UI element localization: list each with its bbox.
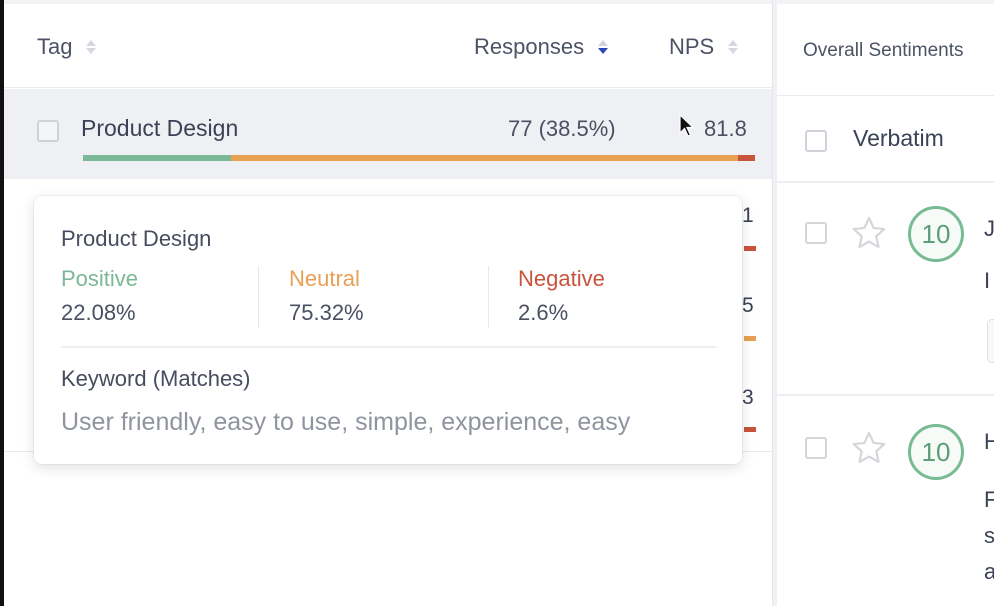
tag-responses: 77 (38.5%) [508, 116, 616, 141]
column-label-nps: NPS [669, 34, 715, 59]
verbatim-header-row: Verbatim [777, 97, 994, 183]
verbatim-label: Verbatim [853, 125, 944, 151]
negative-label: Negative [518, 266, 605, 291]
verbatim-text-peek: a [984, 559, 994, 584]
positive-value: 22.08% [61, 300, 136, 325]
column-header-nps[interactable]: NPS [669, 34, 739, 60]
verbatim-panel: Overall Sentiments Verbatim 10 J I 10 H … [777, 4, 994, 606]
verbatim-title-peek: J [984, 216, 994, 241]
positive-label: Positive [61, 266, 139, 291]
verbatim-text-peek: I [984, 268, 991, 293]
sort-icon[interactable] [86, 40, 97, 54]
divider [61, 346, 716, 348]
tag-name[interactable]: Product Design [81, 115, 238, 142]
tags-table-header: Tag Responses NPS [4, 4, 772, 88]
item-checkbox[interactable] [805, 222, 827, 244]
verbatim-text-peek: F [984, 487, 994, 512]
row-bar-partial [744, 246, 756, 251]
column-header-responses[interactable]: Responses [474, 34, 609, 60]
star-icon[interactable] [850, 429, 888, 467]
select-all-checkbox[interactable] [805, 130, 827, 152]
cursor-icon [679, 114, 695, 137]
column-label-responses: Responses [474, 34, 585, 59]
nps-score-badge: 10 [908, 206, 964, 262]
tooltip-negative: Negative 2.6% [518, 266, 605, 330]
sort-descending-icon[interactable] [598, 40, 609, 54]
verbatim-item[interactable]: 10 H F s a [777, 399, 994, 606]
keyword-list: User friendly, easy to use, simple, expe… [61, 408, 631, 436]
verbatim-panel-header: Overall Sentiments [777, 4, 994, 96]
row-nps-partial: 1 [742, 204, 754, 227]
sentiment-tooltip: Product Design Positive 22.08% Neutral 7… [34, 196, 742, 464]
tag-nps: 81.8 [704, 116, 747, 141]
sentiment-bar-negative [737, 155, 755, 161]
table-row-product-design[interactable]: Product Design 77 (38.5%) 81.8 [4, 89, 772, 179]
tooltip-positive: Positive 22.08% [61, 266, 138, 330]
neutral-value: 75.32% [289, 300, 364, 325]
sort-icon[interactable] [728, 40, 739, 54]
row-checkbox[interactable] [37, 120, 59, 142]
divider [258, 266, 259, 328]
row-nps-partial: 5 [742, 294, 754, 317]
star-icon[interactable] [850, 214, 888, 252]
sentiment-bar-neutral [231, 155, 738, 161]
tooltip-neutral: Neutral 75.32% [289, 266, 364, 330]
verbatim-item[interactable]: 10 J I [777, 186, 994, 396]
keyword-title: Keyword (Matches) [61, 366, 251, 391]
sentiment-bar-positive [83, 155, 232, 161]
neutral-label: Neutral [289, 266, 360, 291]
verbatim-tag-chip[interactable] [987, 319, 994, 363]
divider [488, 266, 489, 328]
sentiment-bar[interactable] [83, 155, 755, 161]
column-header-tag[interactable]: Tag [37, 34, 97, 60]
negative-value: 2.6% [518, 300, 569, 325]
row-nps-partial: 3 [742, 386, 754, 409]
item-checkbox[interactable] [805, 437, 827, 459]
nps-score-badge: 10 [908, 424, 964, 480]
verbatim-title-peek: H [984, 429, 994, 454]
tooltip-title: Product Design [61, 226, 212, 251]
row-bar-partial [744, 336, 756, 341]
row-bar-partial [744, 427, 756, 432]
column-label-tag: Tag [37, 34, 73, 59]
verbatim-text-peek: s [984, 523, 994, 548]
overall-sentiments-title: Overall Sentiments [803, 40, 964, 61]
